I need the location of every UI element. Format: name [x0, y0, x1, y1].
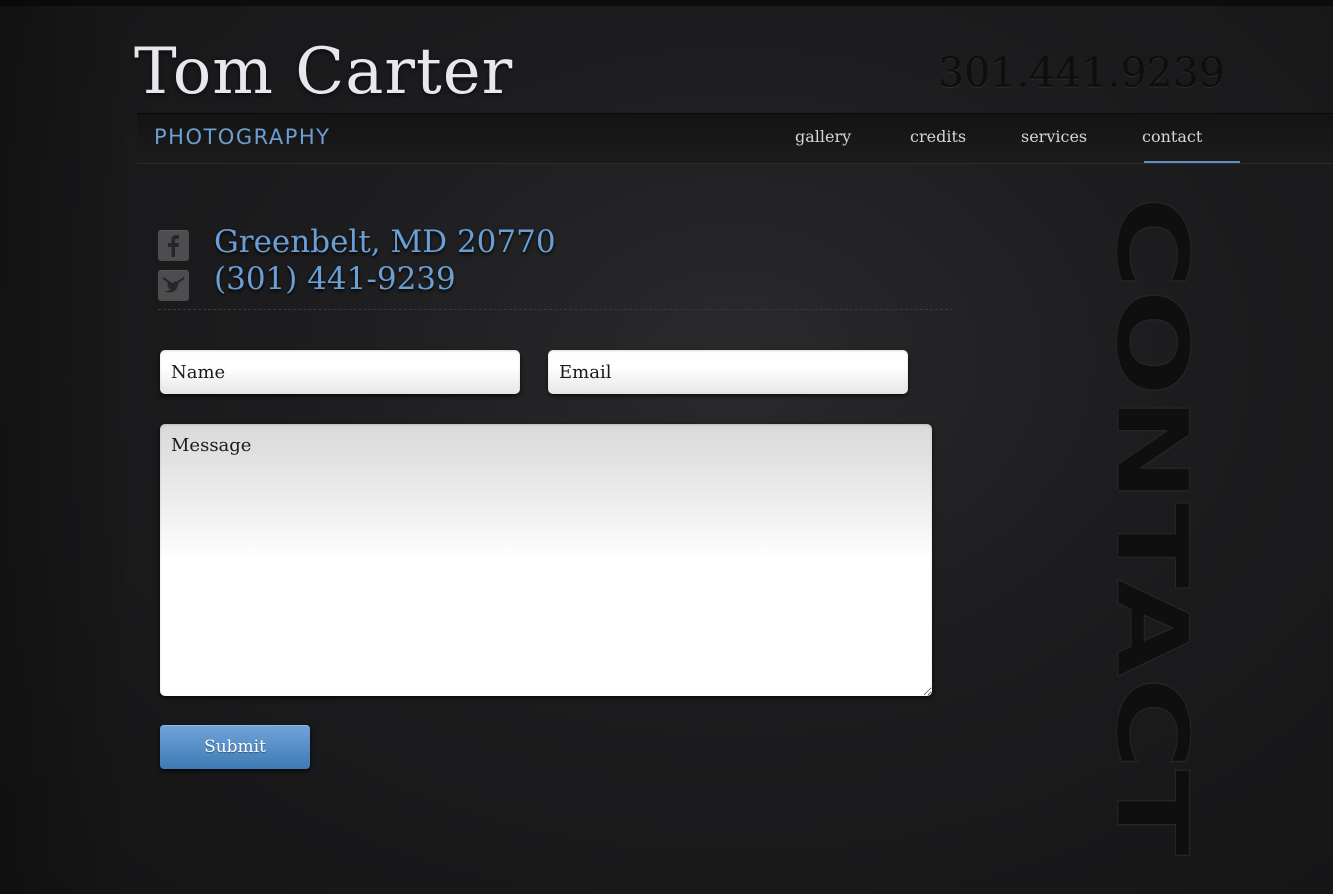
top-strip: [0, 0, 1333, 6]
contact-watermark: CONTACT: [1106, 196, 1210, 858]
site-subtitle: PHOTOGRAPHY: [154, 125, 331, 149]
watermark-text: CONTACT: [1106, 196, 1208, 856]
divider: [158, 309, 953, 310]
nav-gallery[interactable]: gallery: [795, 127, 851, 146]
navbar: PHOTOGRAPHY gallery credits services con…: [137, 113, 1333, 164]
nav-credits[interactable]: credits: [910, 127, 966, 146]
header-phone: 301.441.9239: [938, 49, 1225, 97]
submit-button[interactable]: Submit: [160, 725, 310, 769]
nav-contact[interactable]: contact: [1142, 127, 1241, 163]
message-textarea[interactable]: [160, 424, 932, 696]
left-shade: [0, 0, 135, 894]
nav-services[interactable]: services: [1021, 127, 1087, 146]
phone-text: (301) 441-9239: [214, 261, 456, 297]
name-input[interactable]: [160, 350, 520, 394]
email-input[interactable]: [548, 350, 908, 394]
twitter-icon[interactable]: [158, 270, 189, 301]
address-text: Greenbelt, MD 20770: [214, 224, 556, 260]
facebook-icon[interactable]: [158, 230, 189, 261]
site-title: Tom Carter: [134, 35, 514, 109]
